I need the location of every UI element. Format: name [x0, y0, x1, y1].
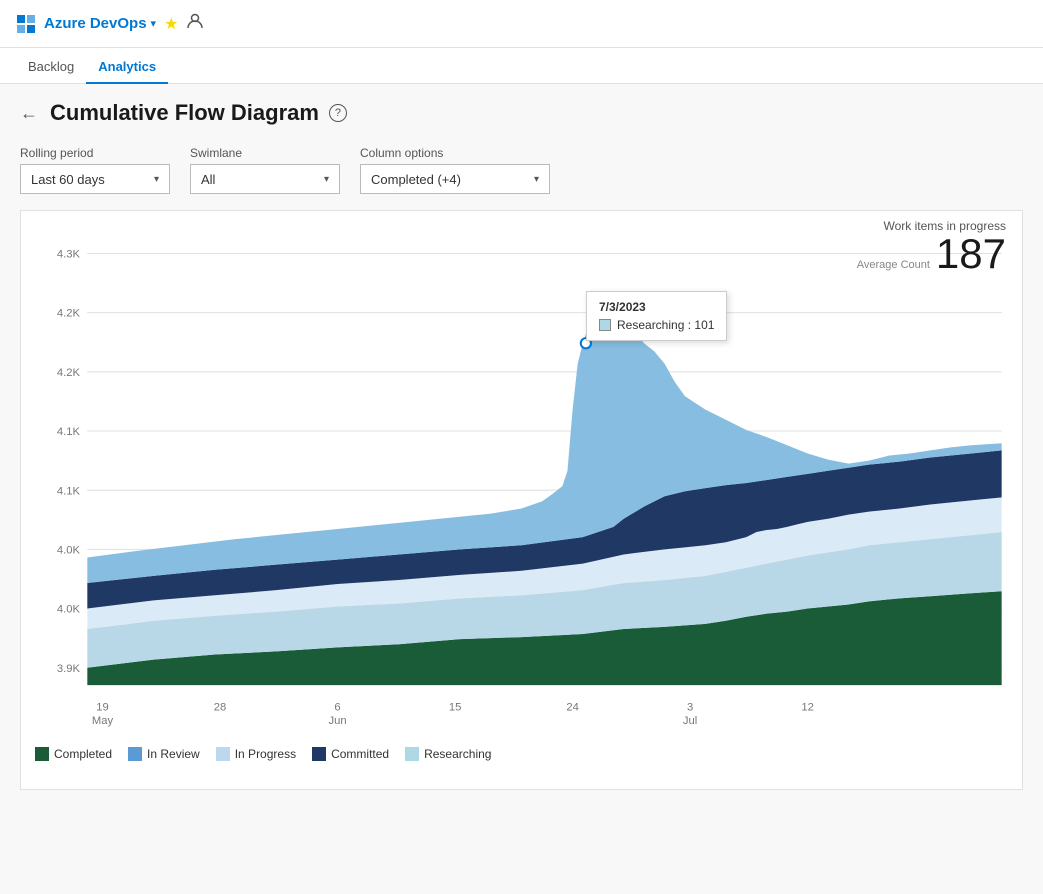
legend-label-in-progress: In Progress [235, 747, 296, 761]
svg-text:Jun: Jun [329, 715, 347, 727]
legend-color-committed [312, 747, 326, 761]
column-options-label: Column options [360, 146, 550, 160]
svg-text:4.3K: 4.3K [57, 249, 81, 261]
help-icon[interactable]: ? [329, 104, 347, 122]
svg-text:6: 6 [334, 702, 340, 714]
tab-backlog[interactable]: Backlog [16, 51, 86, 84]
legend-in-review: In Review [128, 747, 200, 761]
page-content: ← Cumulative Flow Diagram ? Rolling peri… [0, 84, 1043, 894]
swimlane-select[interactable]: All ▾ [190, 164, 340, 194]
column-options-filter: Column options Completed (+4) ▾ [360, 146, 550, 194]
back-button[interactable]: ← [20, 103, 38, 124]
swimlane-value: All [201, 172, 215, 187]
legend-completed: Completed [35, 747, 112, 761]
legend-label-committed: Committed [331, 747, 389, 761]
legend-committed: Committed [312, 747, 389, 761]
tab-analytics[interactable]: Analytics [86, 51, 168, 84]
rolling-period-select[interactable]: Last 60 days ▾ [20, 164, 170, 194]
svg-text:4.0K: 4.0K [57, 604, 81, 616]
legend-researching: Researching [405, 747, 491, 761]
stats-sublabel: Average Count [857, 259, 930, 271]
column-options-value: Completed (+4) [371, 172, 461, 187]
svg-text:4.1K: 4.1K [57, 485, 81, 497]
swimlane-arrow: ▾ [324, 174, 329, 185]
svg-text:Jul: Jul [683, 715, 697, 727]
svg-text:19: 19 [96, 702, 108, 714]
page-title: Cumulative Flow Diagram [50, 100, 319, 126]
legend-color-completed [35, 747, 49, 761]
column-options-select[interactable]: Completed (+4) ▾ [360, 164, 550, 194]
app-icon [16, 14, 36, 34]
rolling-period-label: Rolling period [20, 146, 170, 160]
svg-text:May: May [92, 715, 114, 727]
svg-text:3.9K: 3.9K [57, 663, 81, 675]
legend-label-researching: Researching [424, 747, 491, 761]
svg-text:3: 3 [687, 702, 693, 714]
swimlane-label: Swimlane [190, 146, 340, 160]
legend-color-researching [405, 747, 419, 761]
nav-tabs: Backlog Analytics [0, 48, 1043, 84]
legend-row: Completed In Review In Progress Committe… [31, 739, 1012, 769]
svg-text:12: 12 [801, 702, 813, 714]
svg-text:4.2K: 4.2K [57, 308, 81, 320]
stats-value: 187 [936, 233, 1006, 275]
legend-label-in-review: In Review [147, 747, 200, 761]
rolling-period-arrow: ▾ [154, 174, 159, 185]
top-bar: Azure DevOps ▾ ★ [0, 0, 1043, 48]
rolling-period-value: Last 60 days [31, 172, 105, 187]
legend-color-in-review [128, 747, 142, 761]
legend-in-progress: In Progress [216, 747, 296, 761]
chevron-icon[interactable]: ▾ [151, 17, 157, 30]
swimlane-filter: Swimlane All ▾ [190, 146, 340, 194]
legend-label-completed: Completed [54, 747, 112, 761]
chart-svg-area[interactable]: 4.3K 4.2K 4.2K 4.1K 4.1K 4.0K 4.0K 3.9K [31, 231, 1012, 731]
chart-stats: Work items in progress Average Count 187 [857, 219, 1006, 275]
filters-row: Rolling period Last 60 days ▾ Swimlane A… [20, 146, 1023, 194]
column-options-arrow: ▾ [534, 174, 539, 185]
person-icon[interactable] [186, 12, 204, 35]
favorite-icon[interactable]: ★ [164, 14, 178, 34]
rolling-period-filter: Rolling period Last 60 days ▾ [20, 146, 170, 194]
svg-text:28: 28 [214, 702, 226, 714]
svg-text:15: 15 [449, 702, 461, 714]
chart-container: Work items in progress Average Count 187 [20, 210, 1023, 790]
title-row: ← Cumulative Flow Diagram ? [20, 100, 1023, 126]
app-name[interactable]: Azure DevOps [44, 15, 147, 32]
legend-color-in-progress [216, 747, 230, 761]
svg-text:24: 24 [566, 702, 578, 714]
svg-text:4.0K: 4.0K [57, 544, 81, 556]
svg-text:4.2K: 4.2K [57, 367, 81, 379]
svg-text:4.1K: 4.1K [57, 426, 81, 438]
